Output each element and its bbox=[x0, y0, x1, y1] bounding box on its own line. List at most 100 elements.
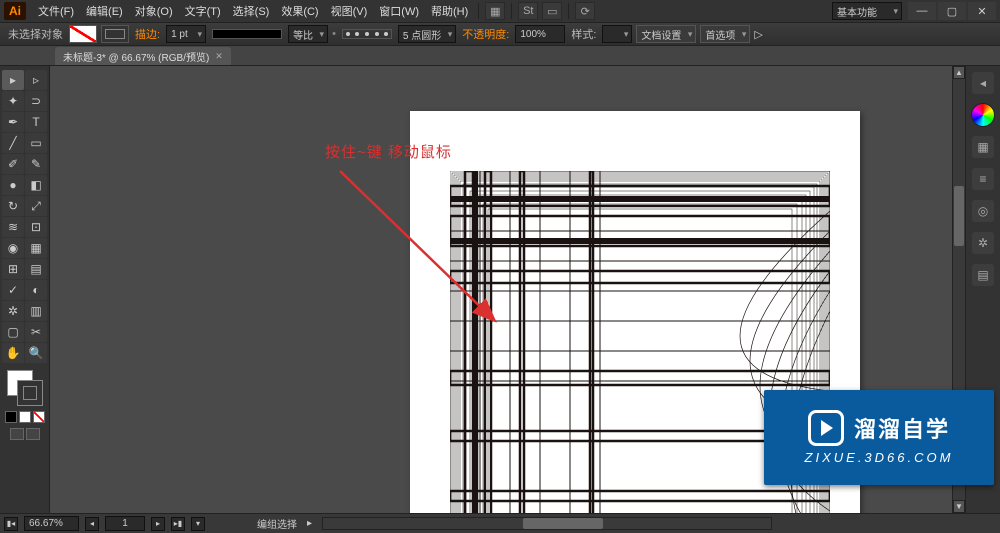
scale-tool[interactable]: ⤢ bbox=[25, 196, 47, 216]
color-mode-solid[interactable] bbox=[5, 411, 17, 423]
opacity-field[interactable]: 100% bbox=[515, 25, 565, 43]
align-icon[interactable]: ▷ bbox=[754, 28, 762, 41]
pen-tool[interactable]: ✒ bbox=[2, 112, 24, 132]
tool-hint: 编组选择 bbox=[257, 516, 297, 531]
type-tool[interactable]: T bbox=[25, 112, 47, 132]
menu-view[interactable]: 视图(V) bbox=[325, 1, 374, 21]
doc-setup-button[interactable]: 文档设置 bbox=[636, 25, 696, 43]
pencil-tool[interactable]: ✎ bbox=[25, 154, 47, 174]
hand-tool[interactable]: ✋ bbox=[2, 343, 24, 363]
artboard-prev[interactable]: ◂ bbox=[85, 517, 99, 531]
hscroll-thumb[interactable] bbox=[523, 518, 603, 529]
bridge-icon[interactable]: St bbox=[518, 2, 538, 20]
gradient-tool[interactable]: ▤ bbox=[25, 259, 47, 279]
direct-selection-tool[interactable]: ▹ bbox=[25, 70, 47, 90]
shape-builder-tool[interactable]: ◉ bbox=[2, 238, 24, 258]
horizontal-scrollbar[interactable] bbox=[322, 517, 772, 530]
annotation-text: 按住~键 移动鼠标 bbox=[325, 141, 452, 162]
width-tool[interactable]: ≋ bbox=[2, 217, 24, 237]
vscroll-thumb[interactable] bbox=[954, 186, 964, 246]
eraser-tool[interactable]: ◧ bbox=[25, 175, 47, 195]
magic-wand-tool[interactable]: ✦ bbox=[2, 91, 24, 111]
artboard-next[interactable]: ▸ bbox=[151, 517, 165, 531]
eyedropper-tool[interactable]: ✓ bbox=[2, 280, 24, 300]
menu-bar: Ai 文件(F) 编辑(E) 对象(O) 文字(T) 选择(S) 效果(C) 视… bbox=[0, 0, 1000, 22]
tab-title: 未标题-3* @ 66.67% (RGB/预览) bbox=[63, 49, 209, 64]
zoom-level[interactable]: 66.67% bbox=[24, 516, 79, 531]
rotate-tool[interactable]: ↻ bbox=[2, 196, 24, 216]
menu-help[interactable]: 帮助(H) bbox=[425, 1, 474, 21]
color-mode-none[interactable] bbox=[33, 411, 45, 423]
brush-preview[interactable] bbox=[342, 29, 392, 39]
menu-type[interactable]: 文字(T) bbox=[179, 1, 227, 21]
menu-file[interactable]: 文件(F) bbox=[32, 1, 80, 21]
stroke-panel-icon[interactable]: ◎ bbox=[972, 200, 994, 222]
workspace-switcher[interactable]: 基本功能 bbox=[832, 2, 902, 20]
stroke-label: 描边: bbox=[133, 26, 162, 42]
window-maximize[interactable]: ▢ bbox=[938, 2, 966, 20]
selection-status: 未选择对象 bbox=[6, 26, 65, 42]
expand-panels-icon[interactable]: ◂ bbox=[972, 72, 994, 94]
watermark-url: ZIXUE.3D66.COM bbox=[805, 450, 954, 465]
window-minimize[interactable]: — bbox=[908, 2, 936, 20]
mesh-tool[interactable]: ⊞ bbox=[2, 259, 24, 279]
fill-swatch[interactable] bbox=[69, 25, 97, 43]
tools-panel: ▸▹ ✦⊃ ✒T ╱▭ ✐✎ ●◧ ↻⤢ ≋⊡ ◉▦ ⊞▤ ✓◐ ✲▥ ▢✂ ✋… bbox=[0, 66, 50, 513]
color-controls[interactable] bbox=[5, 368, 45, 408]
document-tab-bar: 未标题-3* @ 66.67% (RGB/预览) ✕ bbox=[0, 46, 1000, 66]
screen-mode[interactable] bbox=[10, 428, 40, 440]
app-icon: Ai bbox=[4, 2, 26, 20]
brushes-panel-icon[interactable]: ≡ bbox=[972, 168, 994, 190]
perspective-tool[interactable]: ▦ bbox=[25, 238, 47, 258]
menu-effect[interactable]: 效果(C) bbox=[275, 1, 324, 21]
lasso-tool[interactable]: ⊃ bbox=[25, 91, 47, 111]
brush-dropdown[interactable]: 5 点圆形 bbox=[398, 25, 456, 43]
scroll-down[interactable]: ▼ bbox=[953, 500, 965, 513]
arrange-icon[interactable]: ▭ bbox=[542, 2, 562, 20]
selection-tool[interactable]: ▸ bbox=[2, 70, 24, 90]
stroke-color[interactable] bbox=[17, 380, 43, 406]
menu-select[interactable]: 选择(S) bbox=[227, 1, 276, 21]
stroke-swatch[interactable] bbox=[101, 25, 129, 43]
menu-window[interactable]: 窗口(W) bbox=[373, 1, 425, 21]
layout-icon[interactable]: ▦ bbox=[485, 2, 505, 20]
artboard-last[interactable]: ▸▮ bbox=[171, 517, 185, 531]
document-tab[interactable]: 未标题-3* @ 66.67% (RGB/预览) ✕ bbox=[55, 47, 231, 65]
stroke-profile[interactable] bbox=[212, 29, 282, 39]
slice-tool[interactable]: ✂ bbox=[25, 322, 47, 342]
menu-edit[interactable]: 编辑(E) bbox=[80, 1, 129, 21]
graph-tool[interactable]: ▥ bbox=[25, 301, 47, 321]
play-icon bbox=[808, 410, 844, 446]
symbol-sprayer-tool[interactable]: ✲ bbox=[2, 301, 24, 321]
sync-icon[interactable]: ⟳ bbox=[575, 2, 595, 20]
control-bar: 未选择对象 描边: 1 pt 等比 • 5 点圆形 不透明度: 100% 样式:… bbox=[0, 22, 1000, 46]
color-mode-gradient[interactable] bbox=[19, 411, 31, 423]
free-transform-tool[interactable]: ⊡ bbox=[25, 217, 47, 237]
artboard-number[interactable]: 1 bbox=[105, 516, 145, 531]
zoom-tool[interactable]: 🔍 bbox=[25, 343, 47, 363]
opacity-label: 不透明度: bbox=[460, 26, 511, 42]
color-panel-icon[interactable] bbox=[972, 104, 994, 126]
artboard-first[interactable]: ▮◂ bbox=[4, 517, 18, 531]
style-label: 样式: bbox=[569, 26, 598, 42]
rectangle-tool[interactable]: ▭ bbox=[25, 133, 47, 153]
blob-brush-tool[interactable]: ● bbox=[2, 175, 24, 195]
artboard-tool[interactable]: ▢ bbox=[2, 322, 24, 342]
menu-object[interactable]: 对象(O) bbox=[129, 1, 179, 21]
main-area: ▸▹ ✦⊃ ✒T ╱▭ ✐✎ ●◧ ↻⤢ ≋⊡ ◉▦ ⊞▤ ✓◐ ✲▥ ▢✂ ✋… bbox=[0, 66, 1000, 513]
window-close[interactable]: ✕ bbox=[968, 2, 996, 20]
prefs-button[interactable]: 首选项 bbox=[700, 25, 750, 43]
style-dropdown[interactable] bbox=[602, 25, 632, 43]
line-tool[interactable]: ╱ bbox=[2, 133, 24, 153]
artboard-menu-icon[interactable]: ▾ bbox=[191, 517, 205, 531]
status-bar: ▮◂ 66.67% ◂ 1 ▸ ▸▮ ▾ 编组选择 ▸ bbox=[0, 513, 1000, 533]
layers-panel-icon[interactable]: ▤ bbox=[972, 264, 994, 286]
paintbrush-tool[interactable]: ✐ bbox=[2, 154, 24, 174]
blend-tool[interactable]: ◐ bbox=[25, 280, 47, 300]
tab-close-icon[interactable]: ✕ bbox=[215, 51, 223, 62]
scroll-up[interactable]: ▲ bbox=[953, 66, 965, 79]
symbols-panel-icon[interactable]: ✲ bbox=[972, 232, 994, 254]
stroke-uniform-dropdown[interactable]: 等比 bbox=[288, 25, 328, 43]
swatches-panel-icon[interactable]: ▦ bbox=[972, 136, 994, 158]
stroke-weight-dropdown[interactable]: 1 pt bbox=[166, 25, 206, 43]
